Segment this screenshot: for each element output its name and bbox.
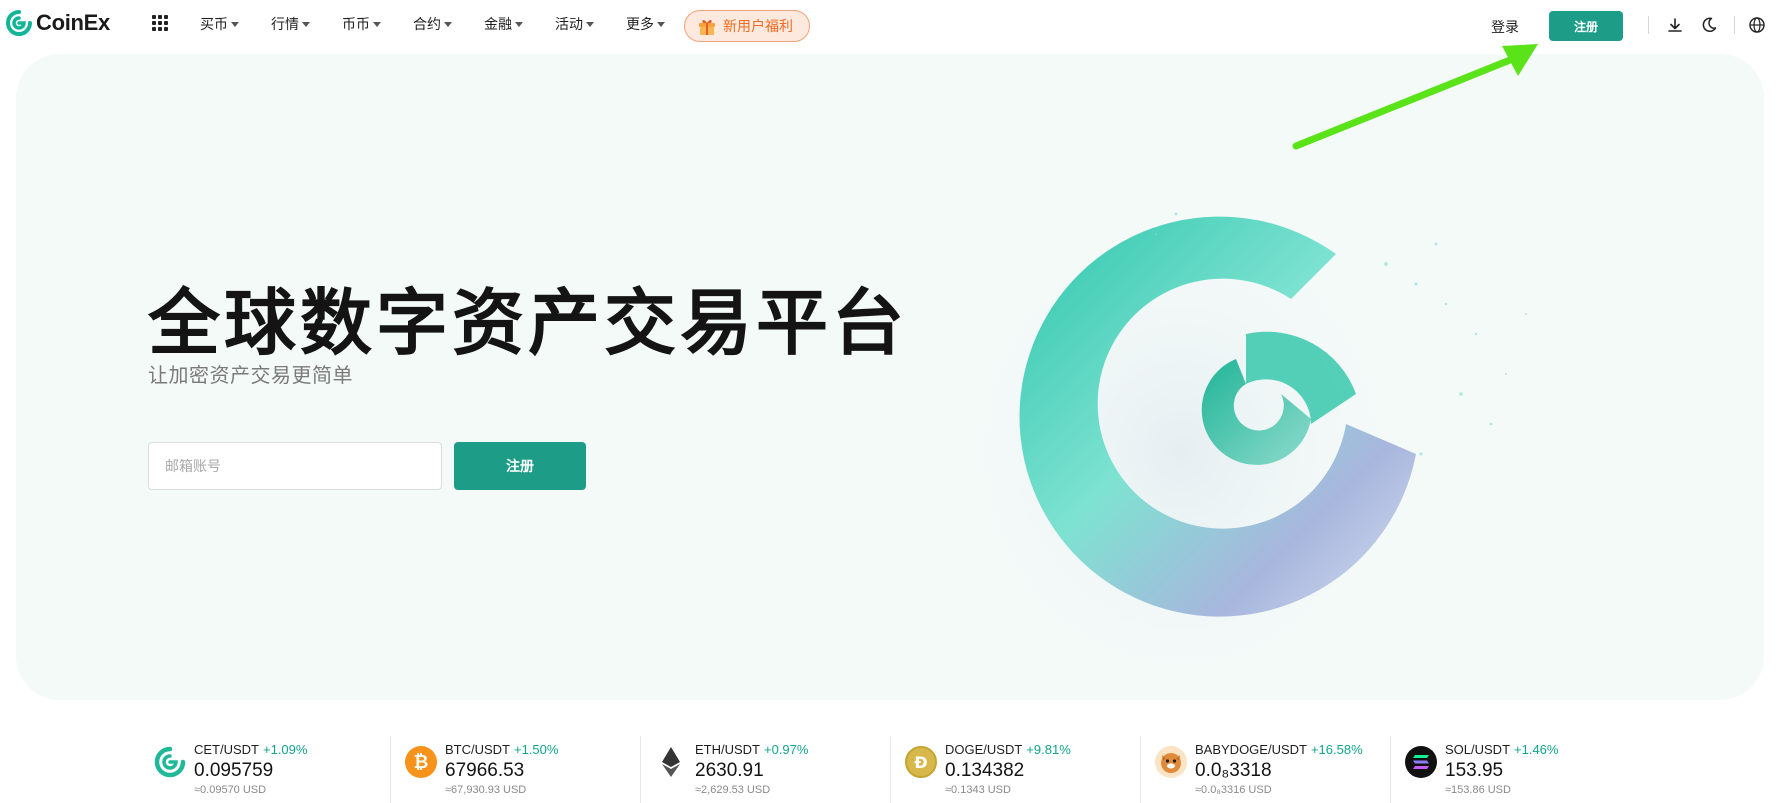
eth-icon — [655, 746, 687, 778]
ticker-price: 67966.53 — [445, 760, 525, 781]
ticker-pair: BTC/USDT +1.50% — [445, 742, 558, 757]
change-percent: +1.09% — [263, 742, 308, 757]
menu-label: 行情 — [271, 16, 299, 32]
chevron-down-icon — [657, 21, 665, 27]
coinex-logo[interactable]: CoinEx — [6, 10, 110, 36]
ticker-usd-value: ≈0.1343 USD — [945, 784, 1011, 796]
annotation-arrow-icon — [1292, 44, 1538, 150]
hero-title: 全球数字资产交易平台 — [148, 284, 909, 364]
signup-button-nav[interactable]: 注册 — [1549, 11, 1623, 41]
ticker-pair: CET/USDT +1.09% — [194, 742, 307, 757]
chevron-down-icon — [586, 21, 594, 27]
doge-icon: Ð — [905, 746, 937, 778]
chevron-down-icon — [515, 21, 523, 27]
pair-label: SOL/USDT — [1445, 742, 1511, 757]
ticker-card[interactable]: Ð DOGE/USDT +9.81% 0.134382 ≈0.1343 USD — [890, 736, 1140, 803]
brand-name: CoinEx — [36, 10, 110, 35]
download-icon[interactable] — [1666, 16, 1684, 34]
change-percent: +9.81% — [1026, 742, 1071, 757]
ticker-card[interactable]: SOL/USDT +1.46% 153.95 ≈153.86 USD — [1390, 736, 1640, 803]
coinex-3d-logo-illustration — [956, 154, 1527, 694]
ticker-usd-value: ≈0.0₈3316 USD — [1195, 784, 1272, 796]
menu-label: 合约 — [413, 16, 441, 32]
ticker-pair: DOGE/USDT +9.81% — [945, 742, 1071, 757]
chevron-down-icon — [373, 21, 381, 27]
signup-button-hero[interactable]: 注册 — [454, 442, 586, 490]
nav-divider — [1648, 16, 1649, 34]
ticker-card[interactable]: BABYDOGE/USDT +16.58% 0.0₈3318 ≈0.0₈3316 … — [1140, 736, 1390, 803]
sol-icon — [1405, 746, 1437, 778]
login-link[interactable]: 登录 — [1491, 17, 1519, 37]
menu-label: 买币 — [200, 16, 228, 32]
menu-spot[interactable]: 币币 — [342, 14, 381, 34]
menu-label: 更多 — [626, 16, 654, 32]
market-ticker-strip: CET/USDT +1.09% 0.095759 ≈0.09570 USD ₿ B… — [140, 736, 1640, 803]
pair-label: BTC/USDT — [445, 742, 510, 757]
menu-activities[interactable]: 活动 — [555, 14, 594, 34]
coinex-logo-icon — [6, 10, 32, 36]
pair-label: ETH/USDT — [695, 742, 760, 757]
ticker-usd-value: ≈153.86 USD — [1445, 784, 1511, 796]
menu-finance[interactable]: 金融 — [484, 14, 523, 34]
ticker-pair: BABYDOGE/USDT +16.58% — [1195, 742, 1363, 757]
moon-icon[interactable] — [1700, 16, 1718, 34]
menu-more[interactable]: 更多 — [626, 14, 665, 34]
change-percent: +16.58% — [1310, 742, 1363, 757]
menu-label: 活动 — [555, 16, 583, 32]
ticker-price: 2630.91 — [695, 760, 764, 781]
btc-icon: ₿ — [405, 746, 437, 778]
menu-futures[interactable]: 合约 — [413, 14, 452, 34]
change-percent: +1.50% — [514, 742, 559, 757]
ticker-price: 0.0₈3318 — [1195, 760, 1272, 781]
babydoge-icon — [1155, 746, 1187, 778]
ticker-pair: SOL/USDT +1.46% — [1445, 742, 1558, 757]
new-user-promo-button[interactable]: 新用户福利 — [684, 10, 810, 42]
ticker-card[interactable]: ETH/USDT +0.97% 2630.91 ≈2,629.53 USD — [640, 736, 890, 803]
menu-label: 币币 — [342, 16, 370, 32]
ticker-card[interactable]: ₿ BTC/USDT +1.50% 67966.53 ≈67,930.93 USD — [390, 736, 640, 803]
ticker-price: 153.95 — [1445, 760, 1504, 781]
menu-markets[interactable]: 行情 — [271, 14, 310, 34]
ticker-usd-value: ≈67,930.93 USD — [445, 784, 527, 796]
gift-icon — [699, 19, 715, 35]
nav-divider — [1734, 16, 1735, 34]
change-percent: +1.46% — [1514, 742, 1559, 757]
globe-icon[interactable] — [1748, 16, 1766, 34]
apps-grid-icon[interactable] — [152, 15, 168, 31]
main-menu: 买币 行情 币币 合约 金融 活动 更多 — [200, 14, 697, 34]
chevron-down-icon — [231, 21, 239, 27]
ticker-card[interactable]: CET/USDT +1.09% 0.095759 ≈0.09570 USD — [140, 736, 390, 803]
pair-label: DOGE/USDT — [945, 742, 1023, 757]
email-input[interactable] — [148, 442, 442, 490]
cet-icon — [154, 746, 186, 778]
ticker-price: 0.095759 — [194, 760, 274, 781]
pair-label: CET/USDT — [194, 742, 259, 757]
menu-buy-crypto[interactable]: 买币 — [200, 14, 239, 34]
ticker-pair: ETH/USDT +0.97% — [695, 742, 808, 757]
change-percent: +0.97% — [764, 742, 809, 757]
ticker-usd-value: ≈2,629.53 USD — [695, 784, 771, 796]
menu-label: 金融 — [484, 16, 512, 32]
chevron-down-icon — [302, 21, 310, 27]
chevron-down-icon — [444, 21, 452, 27]
promo-label: 新用户福利 — [723, 18, 793, 34]
pair-label: BABYDOGE/USDT — [1195, 742, 1307, 757]
ticker-usd-value: ≈0.09570 USD — [194, 784, 267, 796]
ticker-price: 0.134382 — [945, 760, 1025, 781]
hero-subtitle: 让加密资产交易更简单 — [148, 365, 353, 387]
